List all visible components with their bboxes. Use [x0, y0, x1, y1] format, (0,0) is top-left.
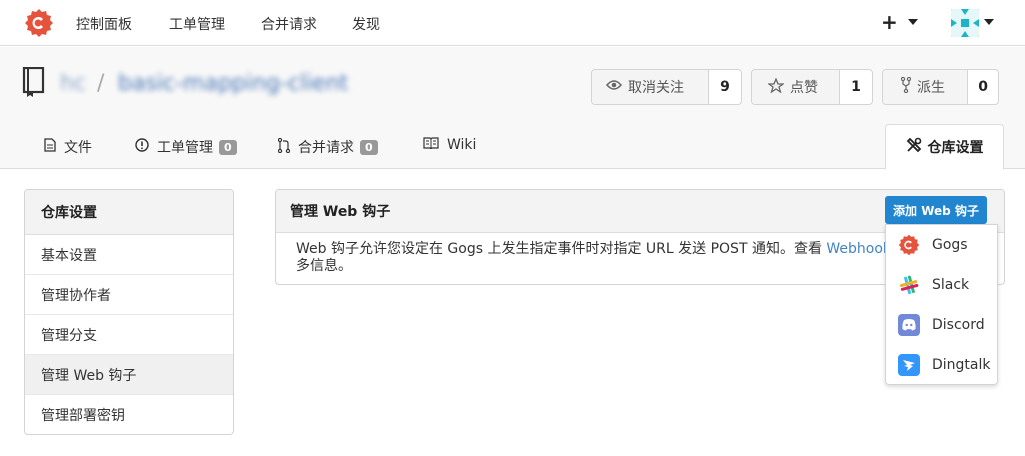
star-button[interactable]: 点赞: [752, 70, 840, 104]
sidebar-item-branches[interactable]: 管理分支: [25, 315, 233, 355]
webhook-type-dropdown: Gogs Slack Discord Dingtalk: [885, 224, 998, 385]
description-tail: 多信息。: [296, 258, 352, 274]
top-navbar: 控制面板 工单管理 合并请求 发现 +: [0, 0, 1025, 46]
discord-icon: [898, 314, 920, 336]
tools-icon: [906, 137, 922, 157]
tab-wiki[interactable]: Wiki: [423, 137, 476, 153]
dropdown-label-slack: Slack: [932, 277, 970, 293]
add-webhook-button[interactable]: 添加 Web 钩子: [885, 196, 987, 224]
fork-count[interactable]: 0: [968, 70, 998, 104]
sidebar-item-collaborators[interactable]: 管理协作者: [25, 275, 233, 315]
star-icon: [767, 76, 785, 97]
repo-name-link[interactable]: basic-mapping-client: [118, 71, 348, 96]
tab-files[interactable]: 文件: [44, 137, 92, 157]
unwatch-button[interactable]: 取消关注: [592, 70, 709, 104]
file-icon: [44, 138, 56, 156]
fork-button[interactable]: 派生: [883, 70, 969, 104]
avatar-icon[interactable]: [951, 9, 979, 37]
fork-stat: 派生 0: [882, 69, 999, 105]
tab-pulls-label: 合并请求: [298, 140, 354, 156]
nav-explore[interactable]: 发现: [352, 14, 380, 34]
watch-stat: 取消关注 9: [591, 69, 742, 105]
nav-pulls[interactable]: 合并请求: [261, 14, 317, 34]
sidebar-item-deploy-keys[interactable]: 管理部署密钥: [25, 395, 233, 434]
dropdown-item-discord[interactable]: Discord: [886, 305, 997, 345]
star-count[interactable]: 1: [840, 70, 872, 104]
sidebar-item-webhooks[interactable]: 管理 Web 钩子: [25, 355, 233, 395]
repo-icon: [22, 67, 45, 97]
dropdown-item-slack[interactable]: Slack: [886, 265, 997, 305]
dropdown-label-gogs: Gogs: [932, 237, 968, 253]
repo-header: hc / basic-mapping-client 取消关注 9 点赞 1 派生…: [0, 47, 1025, 170]
unwatch-label: 取消关注: [628, 80, 684, 96]
dropdown-label-dingtalk: Dingtalk: [932, 357, 991, 373]
dropdown-item-gogs[interactable]: Gogs: [886, 225, 997, 265]
slack-icon: [898, 274, 920, 296]
gogs-icon: [898, 234, 920, 256]
issue-icon: [135, 138, 149, 156]
tab-settings[interactable]: 仓库设置: [885, 124, 1004, 170]
avatar-chevron-down-icon[interactable]: [984, 19, 994, 25]
star-label: 点赞: [790, 80, 818, 96]
chevron-down-icon[interactable]: [908, 19, 918, 25]
fork-icon: [900, 76, 912, 97]
dropdown-label-discord: Discord: [932, 317, 985, 333]
tab-pull-requests[interactable]: 合并请求 0: [277, 137, 378, 157]
sidebar-item-options[interactable]: 基本设置: [25, 235, 233, 275]
eye-icon: [606, 79, 622, 95]
star-stat: 点赞 1: [751, 69, 873, 105]
create-new-button[interactable]: +: [881, 10, 898, 34]
pulls-count-badge: 0: [360, 139, 378, 155]
tab-settings-label: 仓库设置: [927, 140, 984, 156]
dingtalk-icon: [898, 354, 920, 376]
repo-separator: /: [97, 71, 105, 96]
description-text: Web 钩子允许您设定在 Gogs 上发生指定事件时对指定 URL 发送 POS…: [296, 241, 827, 257]
repo-owner-link[interactable]: hc: [60, 71, 86, 96]
book-icon: [423, 137, 439, 153]
settings-sidebar: 仓库设置 基本设置 管理协作者 管理分支 管理 Web 钩子 管理部署密钥: [24, 189, 234, 435]
issues-count-badge: 0: [219, 139, 237, 155]
nav-dashboard[interactable]: 控制面板: [76, 14, 132, 34]
tab-files-label: 文件: [64, 140, 92, 156]
sidebar-title: 仓库设置: [25, 190, 233, 235]
gogs-logo-icon[interactable]: [24, 8, 54, 38]
tab-wiki-label: Wiki: [447, 137, 477, 153]
tab-issues[interactable]: 工单管理 0: [135, 137, 237, 157]
pull-request-icon: [277, 137, 291, 157]
dropdown-item-dingtalk[interactable]: Dingtalk: [886, 345, 997, 385]
nav-issues[interactable]: 工单管理: [169, 14, 225, 34]
tab-issues-label: 工单管理: [157, 140, 213, 156]
watch-count[interactable]: 9: [709, 70, 741, 104]
fork-label: 派生: [917, 80, 945, 96]
